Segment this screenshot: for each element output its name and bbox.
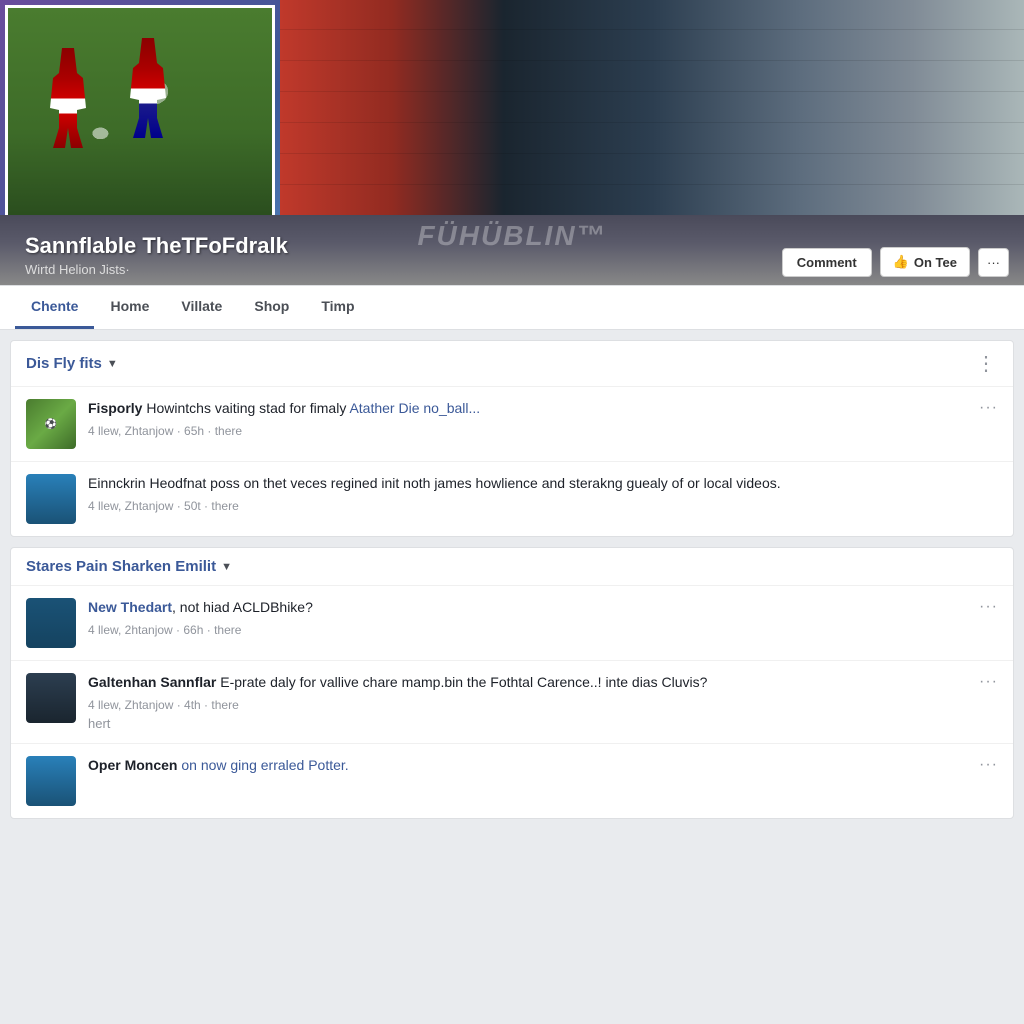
post-meta: 4 llew, Zhtanjow · 65h · there — [88, 424, 967, 438]
post-menu-icon[interactable]: ··· — [979, 756, 998, 774]
post-text: New Thedart, not hiad ACLDBhike? — [88, 598, 967, 618]
player1-silhouette — [38, 48, 98, 148]
post-author[interactable]: New Thedart — [88, 599, 172, 615]
post-author[interactable]: Galtenhan — [88, 674, 156, 690]
post-text: Fisporly Howintchs vaiting stad for fima… — [88, 399, 967, 419]
on-tee-label: On Tee — [914, 255, 957, 270]
main-content: Dis Fly fits ▼ ⋮ ⚽ Fisporly Howintchs va… — [0, 340, 1024, 819]
on-tee-button[interactable]: 👍 On Tee — [880, 247, 970, 277]
more-button[interactable]: ··· — [978, 248, 1009, 277]
cover-photo-left — [5, 5, 275, 215]
players-image — [8, 8, 272, 215]
post-content: New Thedart, not hiad ACLDBhike? 4 llew,… — [88, 598, 967, 648]
section-1-header: Dis Fly fits ▼ ⋮ — [11, 341, 1013, 387]
feed-section-2: Stares Pain Sharken Emilit ▼ New Thedart… — [10, 547, 1014, 819]
post-meta: 4 llew, Zhtanjow · 4th · there — [88, 698, 967, 712]
post-body-text: , not hiad ACLDBhike? — [172, 599, 313, 615]
post-menu-icon[interactable]: ··· — [979, 399, 998, 417]
section-2-title[interactable]: Stares Pain Sharken Emilit ▼ — [26, 558, 232, 575]
comment-button[interactable]: Comment — [782, 248, 872, 277]
post-item: ⚽ Fisporly Howintchs vaiting stad for fi… — [11, 387, 1013, 462]
tab-villate[interactable]: Villate — [165, 286, 238, 329]
post-reply: hert — [88, 716, 967, 731]
tab-chente[interactable]: Chente — [15, 286, 94, 329]
feed-section-1: Dis Fly fits ▼ ⋮ ⚽ Fisporly Howintchs va… — [10, 340, 1014, 537]
tab-timp[interactable]: Timp — [305, 286, 370, 329]
avatar-person — [26, 673, 76, 723]
avatar — [26, 756, 76, 806]
avatar-soccer: ⚽ — [26, 399, 76, 449]
post-content: Galtenhan Sannflar E-prate daly for vall… — [88, 673, 967, 731]
section-1-title[interactable]: Dis Fly fits ▼ — [26, 355, 118, 372]
post-meta: 4 llew, 2htanjow · 66h · there — [88, 623, 967, 637]
post-text: Einnckrin Heodfnat poss on thet veces re… — [88, 474, 998, 494]
crowd-image — [280, 0, 1024, 215]
post-menu-icon[interactable]: ··· — [979, 673, 998, 691]
post-text: Oper Moncen on now ging erraled Potter. — [88, 756, 967, 776]
cover-photo — [0, 0, 1024, 215]
post-item: Einnckrin Heodfnat poss on thet veces re… — [11, 462, 1013, 536]
post-text: Galtenhan Sannflar E-prate daly for vall… — [88, 673, 967, 693]
post-item: Galtenhan Sannflar E-prate daly for vall… — [11, 661, 1013, 744]
profile-subtitle: Wirtd Helion Jists· — [25, 262, 782, 277]
avatar — [26, 673, 76, 723]
thumb-icon: 👍 — [893, 254, 909, 270]
brand-overlay: FÜHÜBLIN™ — [417, 220, 606, 252]
profile-actions: Comment 👍 On Tee ··· — [782, 247, 1009, 285]
section-2-title-text: Stares Pain Sharken Emilit — [26, 558, 216, 575]
avatar — [26, 598, 76, 648]
chevron-down-icon: ▼ — [221, 561, 232, 573]
tab-shop[interactable]: Shop — [238, 286, 305, 329]
cover-photo-right — [280, 0, 1024, 215]
avatar-person — [26, 474, 76, 524]
post-meta: 4 llew, Zhtanjow · 50t · there — [88, 499, 998, 513]
section-2-header: Stares Pain Sharken Emilit ▼ — [11, 548, 1013, 586]
post-body-text: on now ging erraled Potter. — [177, 757, 348, 773]
avatar-person — [26, 598, 76, 648]
post-author[interactable]: Oper Moncen — [88, 757, 177, 773]
tab-home[interactable]: Home — [94, 286, 165, 329]
profile-name-area: Sannflable TheTFoFdralk Wirtd Helion Jis… — [15, 233, 782, 277]
post-content: Oper Moncen on now ging erraled Potter. — [88, 756, 967, 806]
chevron-down-icon: ▼ — [107, 358, 118, 370]
player2-silhouette — [118, 38, 178, 138]
avatar: ⚽ — [26, 399, 76, 449]
section-1-menu-icon[interactable]: ⋮ — [976, 351, 998, 376]
post-item: Oper Moncen on now ging erraled Potter. … — [11, 744, 1013, 818]
section-1-title-text: Dis Fly fits — [26, 355, 102, 372]
post-menu-icon[interactable]: ··· — [979, 598, 998, 616]
post-link[interactable]: Atather Die no_ball... — [349, 400, 480, 416]
nav-tabs: Chente Home Villate Shop Timp — [0, 285, 1024, 329]
profile-name: Sannflable TheTFoFdralk — [25, 233, 782, 259]
post-author2[interactable]: Sannflar — [156, 674, 216, 690]
post-body-text: E-prate daly for vallive chare mamp.bin … — [216, 674, 707, 690]
profile-bar: FÜHÜBLIN™ Sannflable TheTFoFdralk Wirtd … — [0, 215, 1024, 285]
post-content: Einnckrin Heodfnat poss on thet veces re… — [88, 474, 998, 524]
avatar — [26, 474, 76, 524]
post-item: New Thedart, not hiad ACLDBhike? 4 llew,… — [11, 586, 1013, 661]
avatar-person — [26, 756, 76, 806]
cover-area: FÜHÜBLIN™ Sannflable TheTFoFdralk Wirtd … — [0, 0, 1024, 330]
post-content: Fisporly Howintchs vaiting stad for fima… — [88, 399, 967, 449]
post-body-text: Howintchs vaiting stad for fimaly — [142, 400, 349, 416]
post-author[interactable]: Fisporly — [88, 400, 142, 416]
